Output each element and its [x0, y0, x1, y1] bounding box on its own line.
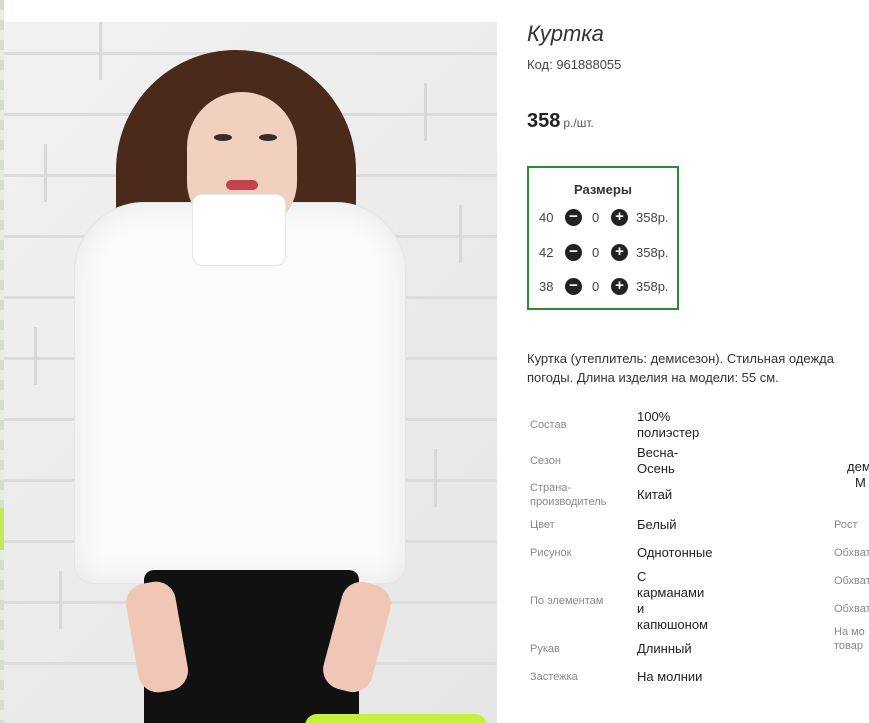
spec-value-line: Весна-	[637, 445, 679, 460]
spec-right-note-line: товар	[834, 640, 863, 652]
plus-circle-icon[interactable]: +	[611, 278, 628, 295]
spec-label-country: Страна- производитель	[530, 481, 606, 509]
spec-label-sleeve: Рукав	[530, 643, 560, 655]
spec-label-fastener: Застежка	[530, 671, 578, 683]
size-price: 358р.	[636, 210, 669, 225]
product-title: Куртка	[527, 21, 604, 46]
size-row: 38 − 0 + 358р.	[539, 278, 679, 296]
spec-value-sleeve: Длинный	[637, 641, 692, 656]
size-quantity: 0	[592, 210, 600, 225]
spec-right-partial-value: М	[855, 475, 866, 490]
spec-value-line: и	[637, 601, 645, 616]
model-eye	[214, 134, 232, 141]
spec-label-line: производитель	[530, 496, 607, 508]
minus-circle-icon[interactable]: −	[565, 209, 582, 226]
spec-value-season: Весна- Осень	[637, 445, 678, 477]
spec-right-label-girth: Обхват	[834, 603, 869, 615]
product-description: Куртка (утеплитель: демисезон). Стильная…	[527, 349, 869, 387]
spec-value-elements: С карманами и капюшоном	[637, 569, 708, 633]
spec-right-label-girth: Обхват	[834, 575, 869, 587]
spec-right-note-line: На мо	[834, 626, 865, 638]
spec-right-label-height: Рост	[834, 519, 858, 531]
brick-line	[424, 83, 427, 141]
spec-right-label-girth: Обхват	[834, 547, 869, 559]
spec-right-partial-value: дем	[847, 459, 869, 474]
spec-label-pattern: Рисунок	[530, 547, 572, 559]
product-price: 358 р./шт.	[527, 110, 594, 133]
product-photo[interactable]	[4, 22, 497, 723]
spec-label-season: Сезон	[530, 455, 561, 467]
brick-line	[99, 22, 102, 80]
size-quantity: 0	[592, 245, 600, 260]
brick-line	[59, 571, 62, 629]
size-row: 42 − 0 + 358р.	[539, 244, 679, 262]
price-unit: р./шт.	[563, 116, 594, 130]
spec-label-composition: Состав	[530, 419, 567, 431]
size-label: 38	[539, 279, 554, 294]
spec-value-line: капюшоном	[637, 617, 708, 632]
spec-value-color: Белый	[637, 517, 677, 532]
sizes-title: Размеры	[574, 182, 632, 197]
spec-value-fastener: На молнии	[637, 669, 703, 684]
spec-value-line: С	[637, 569, 647, 584]
spec-label-line: Страна-	[530, 482, 572, 494]
description-line: Куртка (утеплитель: демисезон). Стильная…	[527, 351, 834, 366]
size-label: 40	[539, 210, 554, 225]
model-lips	[226, 180, 258, 190]
spec-value-line: Осень	[637, 461, 675, 476]
plus-circle-icon[interactable]: +	[611, 209, 628, 226]
plus-circle-icon[interactable]: +	[611, 244, 628, 261]
spec-label-color: Цвет	[530, 519, 555, 531]
size-price: 358р.	[636, 245, 669, 260]
description-line: погоды. Длина изделия на модели: 55 см.	[527, 370, 779, 385]
spec-value-pattern: Однотонные	[637, 545, 713, 560]
spec-value-country: Китай	[637, 487, 673, 502]
brick-line	[459, 205, 462, 263]
size-quantity: 0	[592, 279, 600, 294]
spec-right-note: На мо товар	[834, 625, 865, 653]
model-eye	[259, 134, 277, 141]
size-row: 40 − 0 + 358р.	[539, 209, 679, 227]
minus-circle-icon[interactable]: −	[565, 278, 582, 295]
spec-value-line: карманами	[637, 585, 705, 600]
size-price: 358р.	[636, 279, 669, 294]
spec-value-line: 100%	[637, 409, 671, 424]
size-label: 42	[539, 245, 554, 260]
spec-value-line: полиэстер	[637, 425, 700, 440]
green-button-edge[interactable]	[305, 714, 487, 723]
brick-line	[44, 144, 47, 202]
spec-label-elements: По элементам	[530, 595, 604, 607]
brick-line	[434, 449, 437, 507]
brick-line	[34, 327, 37, 385]
minus-circle-icon[interactable]: −	[565, 244, 582, 261]
sizes-selector: Размеры 40 − 0 + 358р. 42 − 0 + 358р. 38…	[527, 166, 679, 310]
spec-value-composition: 100% полиэстер	[637, 409, 699, 441]
price-value: 358	[527, 110, 561, 132]
jacket-collar	[192, 194, 286, 266]
product-code: Код: 961888055	[527, 57, 622, 72]
